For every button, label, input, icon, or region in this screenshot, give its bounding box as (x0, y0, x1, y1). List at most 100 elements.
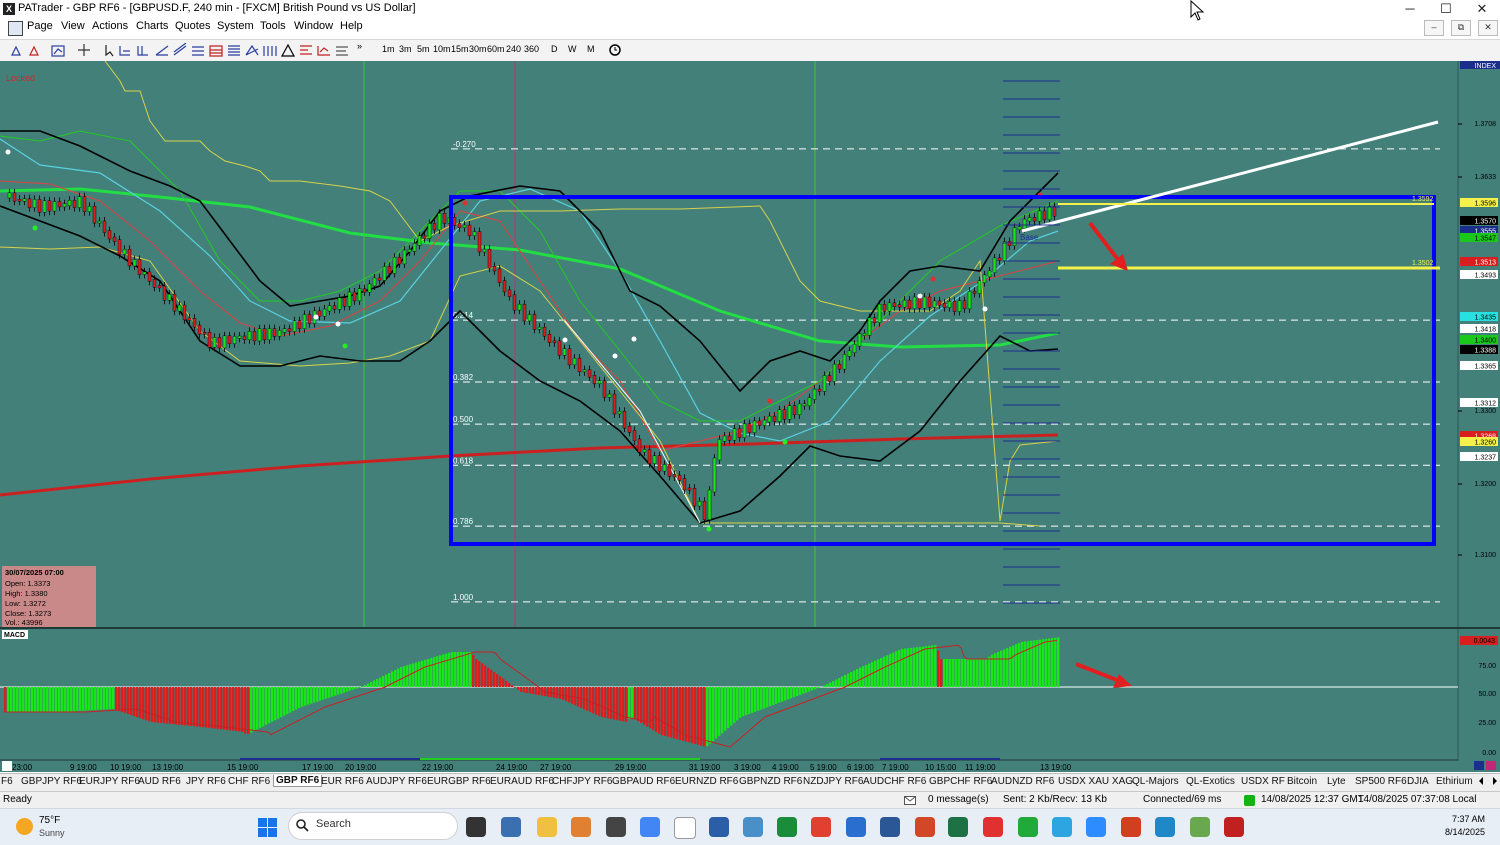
symbol-tab[interactable]: Ethirium (1436, 776, 1473, 787)
tf-360[interactable]: 360 (524, 44, 539, 54)
macd-bar (685, 687, 688, 742)
symbol-tab[interactable]: Bitcoin (1287, 776, 1317, 787)
clock-time[interactable]: 7:37 AM (1441, 814, 1485, 824)
close-button[interactable]: ✕ (1464, 0, 1500, 18)
tf-240[interactable]: 240 (506, 44, 521, 54)
chrome-icon[interactable] (640, 817, 660, 837)
w-icon[interactable] (1190, 817, 1210, 837)
symbol-tab[interactable]: EURAUD RF6 (490, 776, 554, 787)
patrader-icon[interactable] (674, 817, 696, 839)
symbol-tab[interactable]: Lyte (1327, 776, 1346, 787)
symbol-tab[interactable]: SP500 RF6 (1355, 776, 1407, 787)
candle-body (222, 335, 227, 349)
toolbar-more[interactable]: » (357, 41, 362, 51)
symbol-tab[interactable]: JPY RF6 (186, 776, 226, 787)
app-red-icon[interactable] (811, 817, 831, 837)
clock-icon[interactable] (609, 44, 621, 56)
zoom-icon[interactable] (1086, 817, 1106, 837)
sun-weather-icon[interactable] (16, 818, 33, 835)
menu-window[interactable]: Window (294, 20, 333, 32)
tf-weekly[interactable]: W (568, 44, 577, 54)
menu-help[interactable]: Help (340, 20, 363, 32)
macd-bar (871, 662, 874, 687)
powerpoint-icon[interactable] (915, 817, 935, 837)
weather-temp[interactable]: 75°F (39, 815, 60, 826)
menu-view[interactable]: View (61, 20, 85, 32)
maximize-button[interactable]: ☐ (1428, 0, 1464, 18)
calculator-icon[interactable] (501, 817, 521, 837)
symbol-tab[interactable]: EUR RF6 (321, 776, 364, 787)
time-axis-handle[interactable] (2, 761, 12, 771)
mdi-close-button[interactable]: ✕ (1478, 20, 1498, 36)
chart-window[interactable]: INDEX Locked -0.270 0.214 0.382 0.500 0.618 0… (0, 61, 1500, 772)
mdi-minimize-button[interactable]: – (1424, 20, 1444, 36)
symbol-tab[interactable]: CHFJPY RF6 (552, 776, 612, 787)
white-trendline[interactable] (1021, 120, 1439, 233)
symbol-tab[interactable]: QL-Exotics (1186, 776, 1235, 787)
tf-3m[interactable]: 3m (399, 44, 412, 54)
telegram-icon[interactable] (1052, 817, 1072, 837)
menu-page[interactable]: Page (27, 20, 53, 32)
symbol-tab[interactable]: EURJPY RF6 (79, 776, 140, 787)
app-blue-icon[interactable] (846, 817, 866, 837)
symbol-tab[interactable]: DJIA (1407, 776, 1429, 787)
file-explorer-icon[interactable] (537, 817, 557, 837)
tf-5m[interactable]: 5m (417, 44, 430, 54)
tf-30m[interactable]: 30m (469, 44, 487, 54)
symbol-tab[interactable]: AUDJPY RF6 (366, 776, 427, 787)
envelope-icon[interactable] (904, 796, 916, 805)
menu-system[interactable]: System (217, 20, 254, 32)
menu-quotes[interactable]: Quotes (175, 20, 210, 32)
tf-10m[interactable]: 10m (433, 44, 451, 54)
app-icon[interactable] (571, 817, 591, 837)
scroll-right-button[interactable] (1486, 761, 1496, 770)
windows-start-icon[interactable] (258, 818, 277, 837)
weather-desc[interactable]: Sunny (39, 828, 65, 838)
menu-actions[interactable]: Actions (92, 20, 128, 32)
symbol-tab[interactable]: USDX XAU XAG (1058, 776, 1133, 787)
symbol-tab[interactable]: CHF RF6 (228, 776, 270, 787)
symbol-tab[interactable]: NZDJPY RF6 (803, 776, 863, 787)
tf-15m[interactable]: 15m (451, 44, 469, 54)
excel-icon[interactable] (948, 817, 968, 837)
terminal-icon[interactable] (606, 817, 626, 837)
task-view-icon[interactable] (466, 817, 486, 837)
scroll-left-button[interactable] (1474, 761, 1484, 770)
symbol-tab[interactable]: GBPAUD RF6 (612, 776, 675, 787)
symbol-tab[interactable]: AUDCHF RF6 (863, 776, 926, 787)
symbol-tab[interactable]: EURNZD RF6 (675, 776, 738, 787)
minimize-button[interactable]: ─ (1392, 0, 1428, 18)
blue-range-box[interactable] (449, 195, 1436, 546)
symbol-tab[interactable]: USDX RF (1241, 776, 1285, 787)
symbol-tab[interactable]: AUDNZD RF6 (991, 776, 1054, 787)
symbol-tab[interactable]: QL-Majors (1132, 776, 1179, 787)
stock-icon[interactable] (777, 817, 797, 837)
symbol-tab[interactable]: F6 (1, 776, 13, 787)
taskbar-search[interactable]: Search (288, 812, 458, 840)
word-icon[interactable] (880, 817, 900, 837)
price-chart[interactable]: INDEX Locked -0.2700.2140.3820.5000.6180… (0, 61, 1500, 772)
acrobat-icon[interactable] (983, 817, 1003, 837)
tf-monthly[interactable]: M (587, 44, 595, 54)
symbol-tab[interactable]: GBP RF6 (273, 775, 323, 787)
clock-date[interactable]: 8/14/2025 (1431, 827, 1485, 837)
remote-desktop-icon[interactable] (743, 817, 763, 837)
camtasia-icon[interactable] (1018, 817, 1038, 837)
notes-icon[interactable] (709, 817, 729, 837)
symbol-tab[interactable]: GBPNZD RF6 (739, 776, 802, 787)
outlook-icon[interactable] (1155, 817, 1175, 837)
symbol-tab[interactable]: GBPJPY RF6 (21, 776, 82, 787)
tf-60m[interactable]: 60m (487, 44, 505, 54)
tf-daily[interactable]: D (551, 44, 558, 54)
tab-scroll-arrows-icon[interactable] (1478, 776, 1498, 787)
vpn-icon[interactable] (1224, 817, 1244, 837)
menu-tools[interactable]: Tools (260, 20, 286, 32)
toolbox-icon[interactable] (1121, 817, 1141, 837)
symbol-tab[interactable]: AUD RF6 (138, 776, 181, 787)
symbol-tab[interactable]: EURGBP RF6 (427, 776, 491, 787)
mdi-restore-button[interactable]: ⧉ (1451, 20, 1471, 36)
tf-1m[interactable]: 1m (382, 44, 395, 54)
symbol-tab[interactable]: GBPCHF RF6 (929, 776, 992, 787)
page-icon[interactable] (8, 21, 23, 36)
menu-charts[interactable]: Charts (136, 20, 168, 32)
